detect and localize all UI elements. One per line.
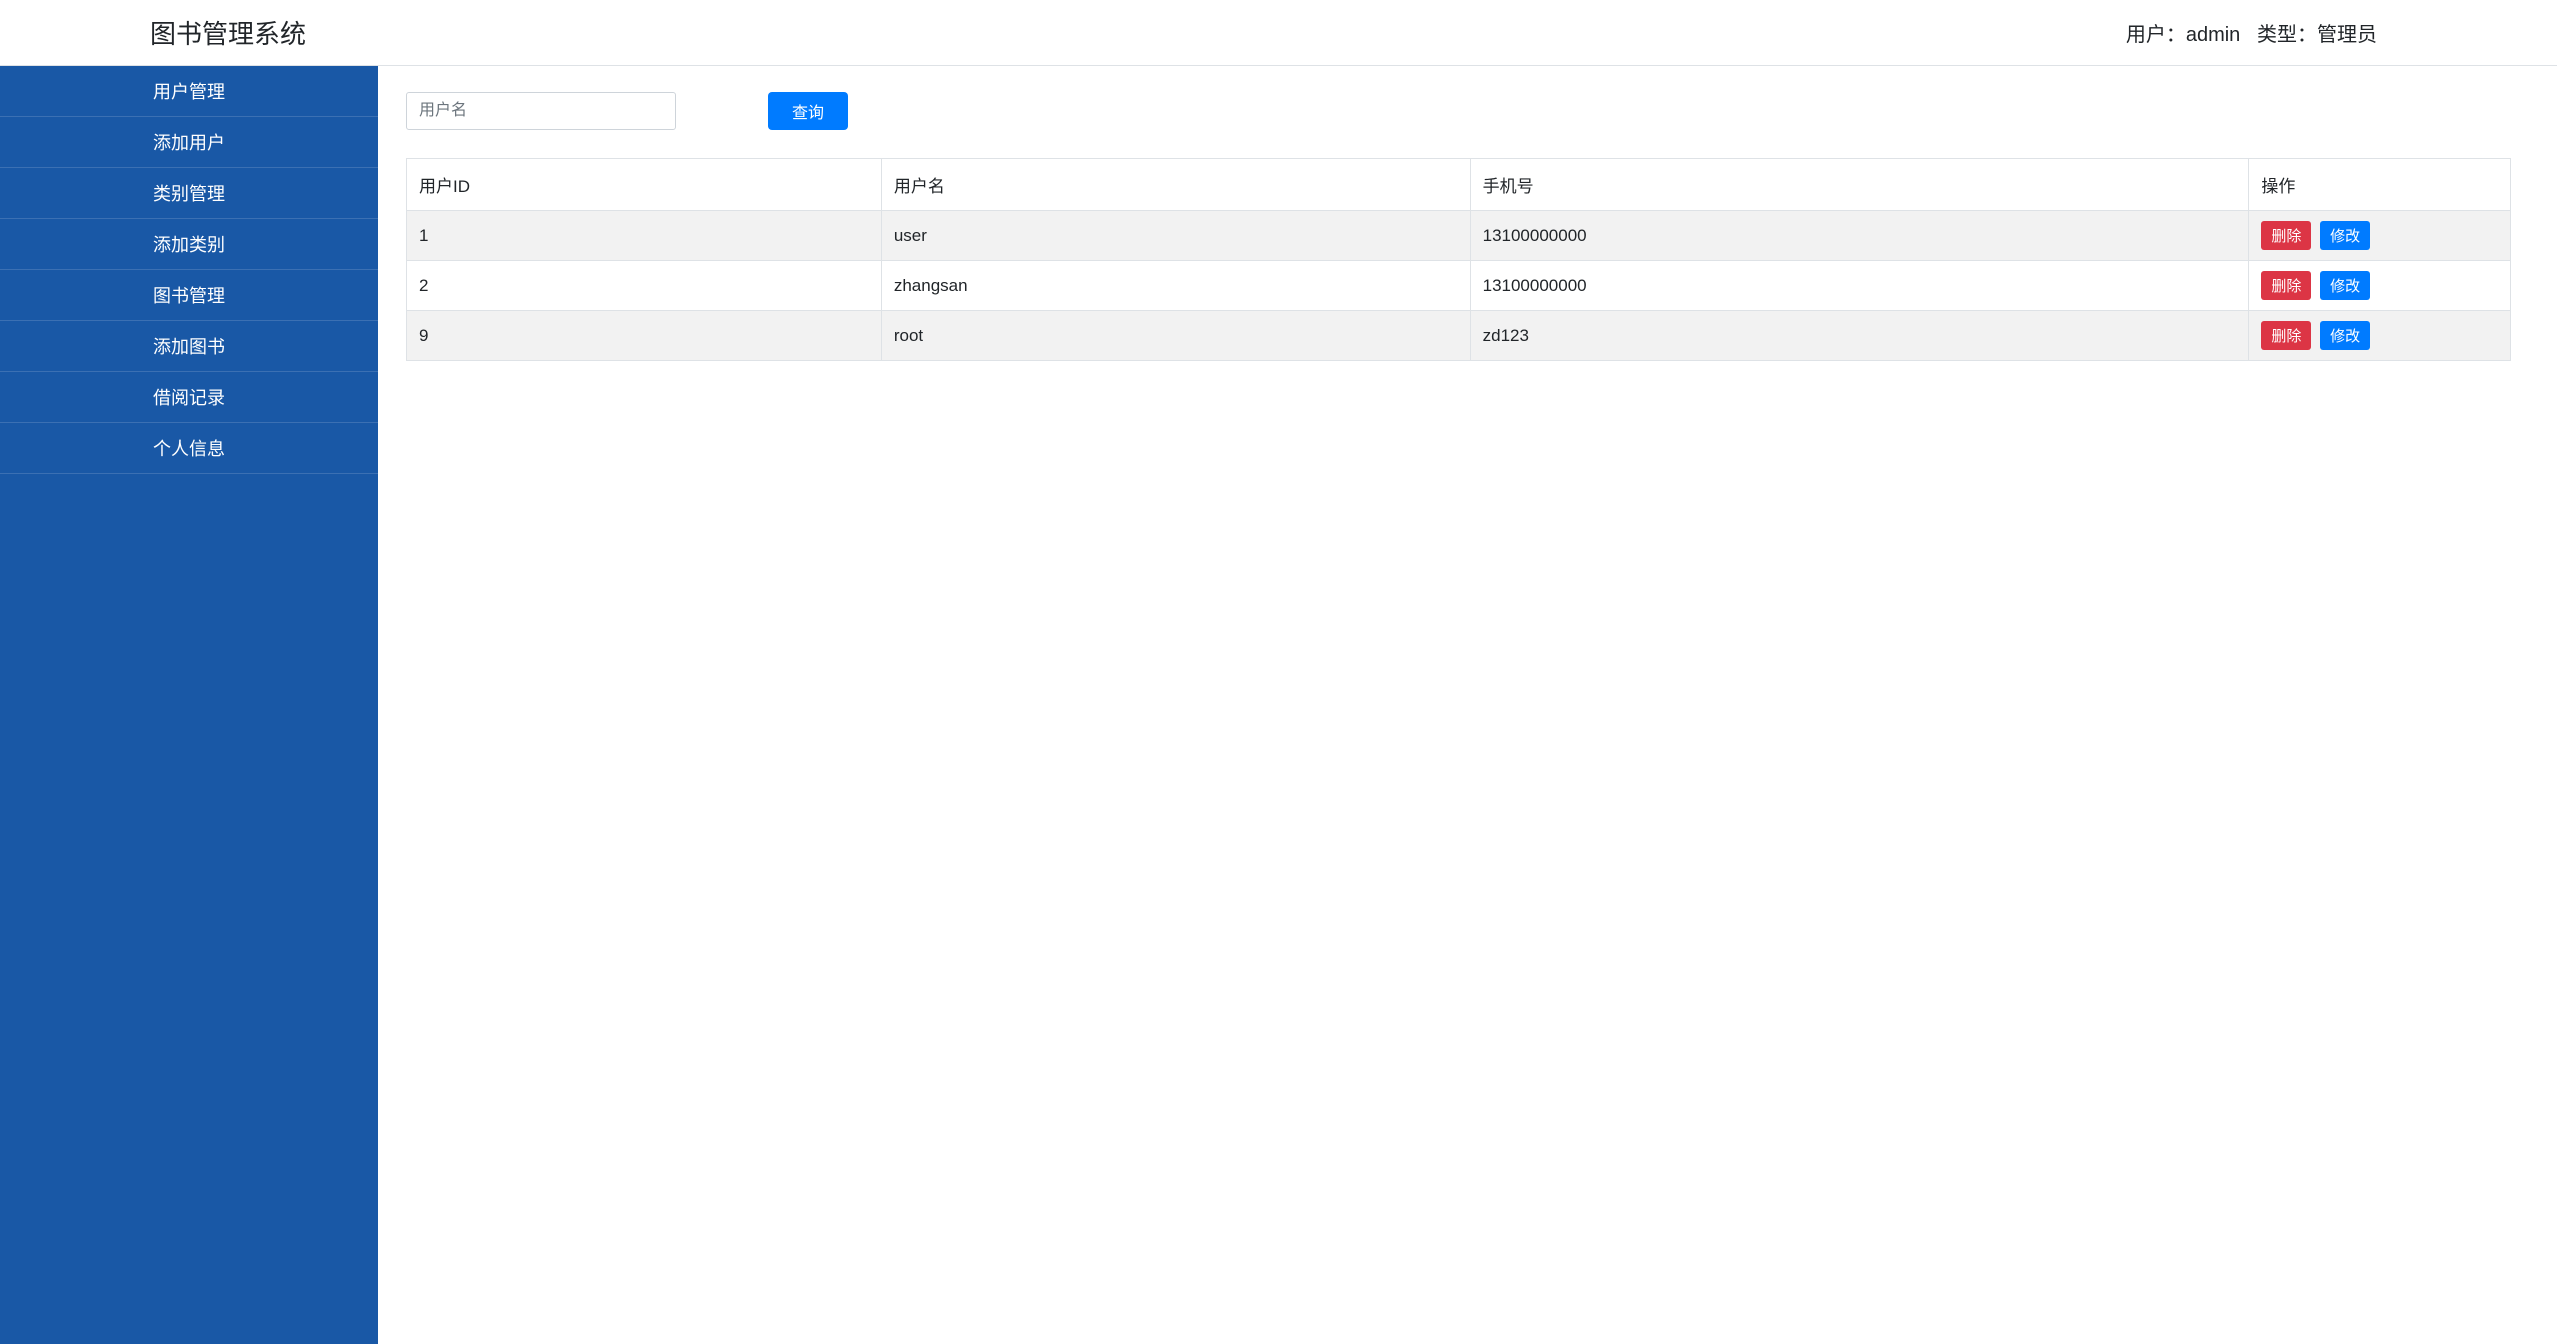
sidebar-item-label: 个人信息 [153, 439, 225, 459]
column-header-phone: 手机号 [1470, 159, 2249, 211]
cell-user-phone: 13100000000 [1470, 261, 2249, 311]
cell-user-phone: 13100000000 [1470, 211, 2249, 261]
sidebar-item-category-manage[interactable]: 类别管理 [0, 168, 378, 219]
delete-button[interactable]: 删除 [2261, 271, 2311, 300]
edit-button[interactable]: 修改 [2320, 271, 2370, 300]
table-row: 1 user 13100000000 删除 修改 [407, 211, 2511, 261]
sidebar-item-add-category[interactable]: 添加类别 [0, 219, 378, 270]
cell-user-id: 1 [407, 211, 882, 261]
app-title: 图书管理系统 [30, 14, 306, 51]
edit-button[interactable]: 修改 [2320, 221, 2370, 250]
cell-user-id: 9 [407, 311, 882, 361]
sidebar-item-label: 添加图书 [153, 337, 225, 357]
edit-button[interactable]: 修改 [2320, 321, 2370, 350]
sidebar-item-user-manage[interactable]: 用户管理 [0, 66, 378, 117]
cell-actions: 删除 修改 [2249, 261, 2511, 311]
cell-actions: 删除 修改 [2249, 311, 2511, 361]
sidebar-item-label: 用户管理 [153, 82, 225, 102]
cell-user-name: user [881, 211, 1470, 261]
search-row: 查询 [406, 92, 2511, 130]
column-header-name: 用户名 [881, 159, 1470, 211]
sidebar-item-label: 添加类别 [153, 235, 225, 255]
cell-user-name: zhangsan [881, 261, 1470, 311]
user-name: admin [2186, 24, 2240, 46]
sidebar-item-label: 图书管理 [153, 286, 225, 306]
cell-user-phone: zd123 [1470, 311, 2249, 361]
sidebar-item-label: 添加用户 [153, 133, 225, 153]
table-row: 9 root zd123 删除 修改 [407, 311, 2511, 361]
search-input[interactable] [406, 92, 676, 130]
header-user-info: 用户：admin 类型：管理员 [2126, 18, 2527, 47]
type-value: 管理员 [2317, 24, 2377, 46]
sidebar-item-label: 借阅记录 [153, 388, 225, 408]
cell-user-name: root [881, 311, 1470, 361]
delete-button[interactable]: 删除 [2261, 321, 2311, 350]
sidebar-item-book-manage[interactable]: 图书管理 [0, 270, 378, 321]
sidebar-item-profile[interactable]: 个人信息 [0, 423, 378, 474]
cell-user-id: 2 [407, 261, 882, 311]
user-label: 用户： [2126, 24, 2186, 46]
table-row: 2 zhangsan 13100000000 删除 修改 [407, 261, 2511, 311]
type-label: 类型： [2257, 24, 2317, 46]
cell-actions: 删除 修改 [2249, 211, 2511, 261]
column-header-action: 操作 [2249, 159, 2511, 211]
content-area: 查询 用户ID 用户名 手机号 操作 1 user 13100000000 删除 [378, 66, 2557, 1344]
sidebar-item-borrow-record[interactable]: 借阅记录 [0, 372, 378, 423]
search-button[interactable]: 查询 [768, 92, 848, 130]
sidebar-item-add-user[interactable]: 添加用户 [0, 117, 378, 168]
main-container: 用户管理 添加用户 类别管理 添加类别 图书管理 添加图书 借阅记录 个人信息 … [0, 66, 2557, 1344]
sidebar-item-label: 类别管理 [153, 184, 225, 204]
column-header-id: 用户ID [407, 159, 882, 211]
sidebar: 用户管理 添加用户 类别管理 添加类别 图书管理 添加图书 借阅记录 个人信息 [0, 66, 378, 1344]
sidebar-item-add-book[interactable]: 添加图书 [0, 321, 378, 372]
table-header-row: 用户ID 用户名 手机号 操作 [407, 159, 2511, 211]
delete-button[interactable]: 删除 [2261, 221, 2311, 250]
user-table: 用户ID 用户名 手机号 操作 1 user 13100000000 删除 修改 [406, 158, 2511, 361]
header: 图书管理系统 用户：admin 类型：管理员 [0, 0, 2557, 66]
